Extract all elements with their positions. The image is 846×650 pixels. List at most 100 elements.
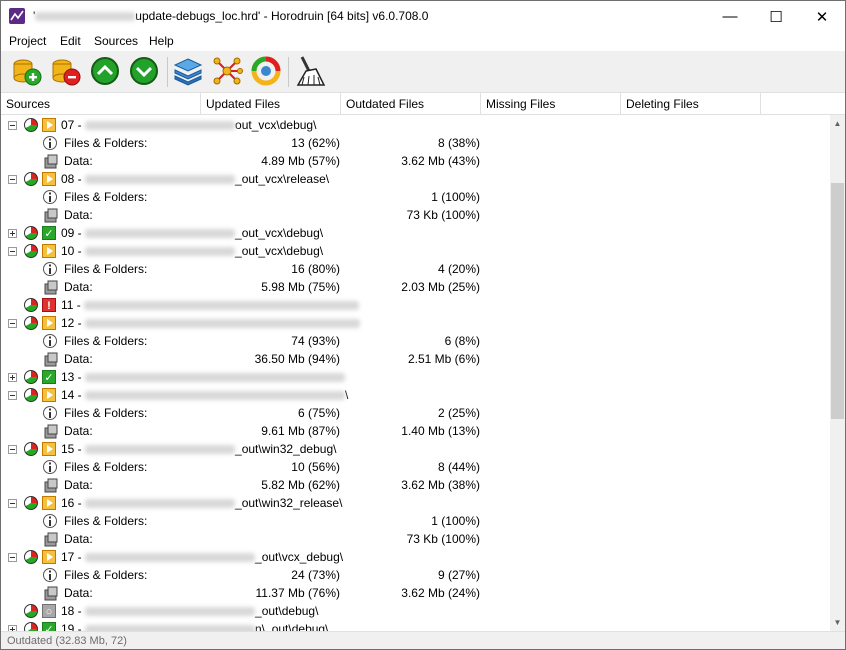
source-row[interactable]: 12 - xyxy=(1,314,830,332)
data-stat-row[interactable]: Data: 5.98 Mb (75%) 2.03 Mb (25%) xyxy=(1,278,830,296)
source-name: 13 - xyxy=(61,368,346,386)
menu-sources[interactable]: Sources xyxy=(94,34,138,48)
source-path: _out_vcx\debug\ xyxy=(235,226,324,240)
outdated-value: 2.51 Mb (6%) xyxy=(407,352,480,366)
source-row[interactable]: 15 - _out\win32_debug\ xyxy=(1,440,830,458)
expand-icon[interactable] xyxy=(8,229,17,238)
add-source-button[interactable] xyxy=(11,55,43,87)
layers-button[interactable] xyxy=(172,55,204,87)
data-stat-row[interactable]: Data: 9.61 Mb (87%) 1.40 Mb (13%) xyxy=(1,422,830,440)
network-button[interactable] xyxy=(211,55,243,87)
files-stat-row[interactable]: Files & Folders: 24 (73%) 9 (27%) xyxy=(1,566,830,584)
source-path: out_vcx\debug\ xyxy=(235,118,317,132)
column-updated-files[interactable]: Updated Files xyxy=(201,93,341,115)
scroll-up-arrow-icon[interactable]: ▲ xyxy=(830,115,845,132)
sync-pie-icon xyxy=(24,604,38,618)
column-deleting-files[interactable]: Deleting Files xyxy=(621,93,761,115)
files-stat-row[interactable]: Files & Folders: 1 (100%) xyxy=(1,512,830,530)
data-icon xyxy=(44,154,58,169)
ok-status-icon: ✓ xyxy=(42,226,56,240)
source-row[interactable]: ○ 18 - _out\debug\ xyxy=(1,602,830,620)
outdated-value: 2.03 Mb (25%) xyxy=(401,280,480,294)
source-row[interactable]: 16 - _out\win32_release\ xyxy=(1,494,830,512)
app-icon[interactable] xyxy=(9,8,25,24)
clean-button[interactable] xyxy=(294,55,326,87)
menu-project[interactable]: Project xyxy=(9,34,46,48)
sync-button[interactable] xyxy=(250,55,282,87)
minimize-button[interactable]: — xyxy=(707,1,753,32)
remove-source-button[interactable] xyxy=(50,55,82,87)
collapse-icon[interactable] xyxy=(8,553,17,562)
redacted-text xyxy=(35,12,136,22)
files-stat-row[interactable]: Files & Folders: 10 (56%) 8 (44%) xyxy=(1,458,830,476)
column-outdated-files[interactable]: Outdated Files xyxy=(341,93,481,115)
source-row[interactable]: 10 - _out_vcx\debug\ xyxy=(1,242,830,260)
info-icon xyxy=(43,514,57,528)
files-stat-row[interactable]: Files & Folders: 16 (80%) 4 (20%) xyxy=(1,260,830,278)
source-row[interactable]: 07 - out_vcx\debug\ xyxy=(1,116,830,134)
source-row[interactable]: ✓ 13 - xyxy=(1,368,830,386)
move-up-button[interactable] xyxy=(89,55,121,87)
collapse-icon[interactable] xyxy=(8,499,17,508)
menu-help[interactable]: Help xyxy=(149,34,174,48)
column-sources[interactable]: Sources xyxy=(1,93,201,115)
source-row[interactable]: 14 - \ xyxy=(1,386,830,404)
source-row[interactable]: 17 - _out\vcx_debug\ xyxy=(1,548,830,566)
updated-value: 24 (73%) xyxy=(291,568,340,582)
data-icon xyxy=(44,424,58,439)
redacted-text xyxy=(85,607,256,617)
collapse-icon[interactable] xyxy=(8,319,17,328)
sources-tree[interactable]: 07 - out_vcx\debug\ Files & Folders: 13 (6… xyxy=(1,115,830,631)
idle-status-icon: ○ xyxy=(42,604,56,618)
source-row[interactable]: ! 11 - xyxy=(1,296,830,314)
data-stat-row[interactable]: Data: 11.37 Mb (76%) 3.62 Mb (24%) xyxy=(1,584,830,602)
collapse-icon[interactable] xyxy=(8,247,17,256)
info-icon xyxy=(43,334,57,348)
sync-pie-icon xyxy=(24,172,38,186)
expand-icon[interactable] xyxy=(8,373,17,382)
stat-label: Files & Folders: xyxy=(64,568,148,582)
collapse-icon[interactable] xyxy=(8,175,17,184)
collapse-icon[interactable] xyxy=(8,445,17,454)
move-down-button[interactable] xyxy=(128,55,160,87)
source-path: _out\vcx_debug\ xyxy=(255,550,344,564)
updated-value: 36.50 Mb (94%) xyxy=(254,352,340,366)
toolbar-separator xyxy=(288,57,289,87)
data-stat-row[interactable]: Data: 5.82 Mb (62%) 3.62 Mb (38%) xyxy=(1,476,830,494)
maximize-button[interactable]: ☐ xyxy=(753,1,799,32)
updated-value: 5.82 Mb (62%) xyxy=(261,478,340,492)
source-name: 16 - _out\win32_release\ xyxy=(61,494,342,512)
source-row[interactable]: ✓ 19 - n\_out\debug\ xyxy=(1,620,830,631)
source-name: 19 - n\_out\debug\ xyxy=(61,620,328,631)
vertical-scrollbar[interactable]: ▲ ▼ xyxy=(830,115,845,631)
data-stat-row[interactable]: Data: 4.89 Mb (57%) 3.62 Mb (43%) xyxy=(1,152,830,170)
data-stat-row[interactable]: Data: 73 Kb (100%) xyxy=(1,530,830,548)
files-stat-row[interactable]: Files & Folders: 13 (62%) 8 (38%) xyxy=(1,134,830,152)
sync-pie-icon xyxy=(24,298,38,312)
title-bar[interactable]: ' update-debugs_loc.hrd' - Horodruin [64 … xyxy=(1,1,845,32)
collapse-icon[interactable] xyxy=(8,391,17,400)
files-stat-row[interactable]: Files & Folders: 74 (93%) 6 (8%) xyxy=(1,332,830,350)
menu-edit[interactable]: Edit xyxy=(60,34,81,48)
close-button[interactable]: ✕ xyxy=(799,1,845,32)
info-icon xyxy=(43,190,57,204)
source-row[interactable]: ✓ 09 - _out_vcx\debug\ xyxy=(1,224,830,242)
error-status-icon: ! xyxy=(42,298,56,312)
data-icon xyxy=(44,352,58,367)
files-stat-row[interactable]: Files & Folders: 6 (75%) 2 (25%) xyxy=(1,404,830,422)
info-icon xyxy=(43,460,57,474)
source-row[interactable]: 08 - _out_vcx\release\ xyxy=(1,170,830,188)
data-stat-row[interactable]: Data: 36.50 Mb (94%) 2.51 Mb (6%) xyxy=(1,350,830,368)
source-path: _out_vcx\debug\ xyxy=(235,244,324,258)
files-stat-row[interactable]: Files & Folders: 1 (100%) xyxy=(1,188,830,206)
source-name: 08 - _out_vcx\release\ xyxy=(61,170,329,188)
scrollbar-thumb[interactable] xyxy=(831,183,844,419)
menu-bar: Project Edit Sources Help xyxy=(1,32,845,51)
stat-label: Data: xyxy=(64,424,93,438)
data-icon xyxy=(44,280,58,295)
scroll-down-arrow-icon[interactable]: ▼ xyxy=(830,614,845,631)
data-icon xyxy=(44,586,58,601)
column-missing-files[interactable]: Missing Files xyxy=(481,93,621,115)
collapse-icon[interactable] xyxy=(8,121,17,130)
data-stat-row[interactable]: Data: 73 Kb (100%) xyxy=(1,206,830,224)
